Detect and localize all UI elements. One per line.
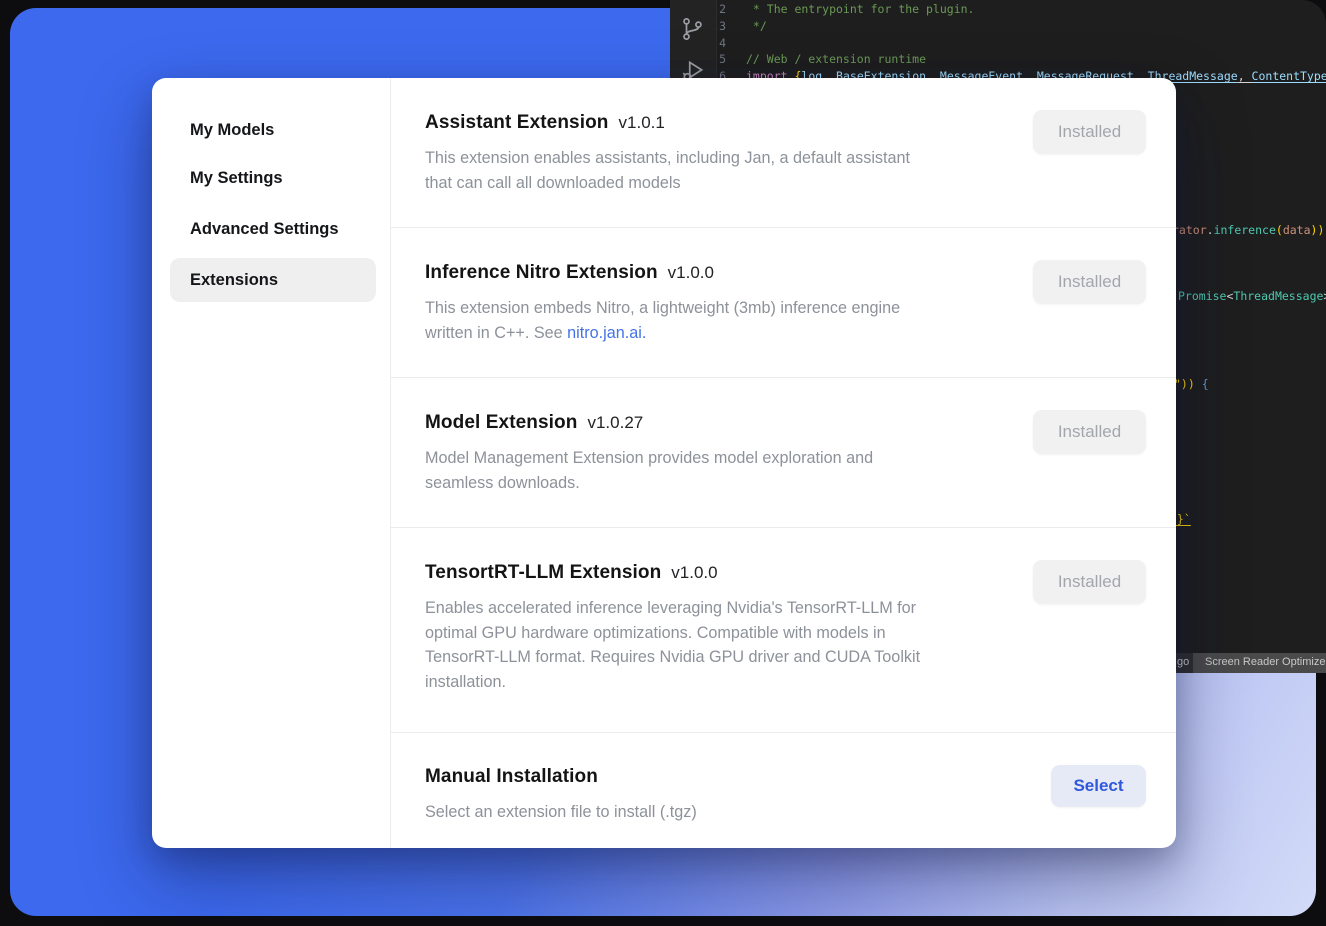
extension-version: v1.0.0 <box>668 263 714 283</box>
extensions-list: Assistant Extension v1.0.1 This extensio… <box>391 78 1176 848</box>
extension-row-inference-nitro: Inference Nitro Extension v1.0.0 This ex… <box>391 228 1176 378</box>
nitro-jan-ai-link[interactable]: nitro.jan.ai. <box>567 324 646 342</box>
manual-installation-description: Select an extension file to install (.tg… <box>425 800 1070 825</box>
code-line: 3 */ <box>670 18 1326 35</box>
sidebar-item-advanced-settings[interactable]: Advanced Settings <box>190 220 339 239</box>
code-fragment: rator.inference(data)); <box>1172 223 1326 237</box>
extension-name: Inference Nitro Extension <box>425 262 658 284</box>
extension-name: Model Extension <box>425 412 577 434</box>
sidebar-item-my-settings[interactable]: My Settings <box>190 169 283 188</box>
code-fragment: ")) { <box>1174 377 1209 391</box>
code-line: 4 <box>670 35 1326 52</box>
extension-description: Enables accelerated inference leveraging… <box>425 596 1070 694</box>
extension-name: TensortRT-LLM Extension <box>425 562 661 584</box>
screen-reader-status-item[interactable]: Screen Reader Optimize <box>1193 653 1326 673</box>
extension-description: Model Management Extension provides mode… <box>425 446 1070 495</box>
extension-description: This extension enables assistants, inclu… <box>425 146 1070 195</box>
line-number: 4 <box>670 35 726 52</box>
extension-version: v1.0.1 <box>619 113 665 133</box>
installed-button[interactable]: Installed <box>1033 560 1146 604</box>
installed-button[interactable]: Installed <box>1033 110 1146 154</box>
extension-version: v1.0.0 <box>671 563 717 583</box>
installed-button[interactable]: Installed <box>1033 410 1146 454</box>
code-editor: 2 * The entrypoint for the plugin. 3 */ … <box>670 1 1326 85</box>
extension-description: This extension embeds Nitro, a lightweig… <box>425 296 1070 345</box>
extension-version: v1.0.27 <box>587 413 643 433</box>
sidebar-item-label: Extensions <box>190 271 278 290</box>
extension-row-assistant: Assistant Extension v1.0.1 This extensio… <box>391 78 1176 228</box>
line-number: 3 <box>670 18 726 35</box>
extension-row-model: Model Extension v1.0.27 Model Management… <box>391 378 1176 528</box>
select-file-button[interactable]: Select <box>1051 765 1146 807</box>
manual-installation-row: Manual Installation Select an extension … <box>391 733 1176 848</box>
section-title: Manual Installation <box>425 766 598 788</box>
extension-row-tensorrt-llm: TensortRT-LLM Extension v1.0.0 Enables a… <box>391 528 1176 733</box>
sidebar-item-extensions-active[interactable]: Extensions <box>170 258 376 302</box>
extension-name: Assistant Extension <box>425 112 609 134</box>
line-number: 2 <box>670 1 726 18</box>
settings-sidebar: My Models My Settings Advanced Settings … <box>152 78 391 848</box>
desktop-screenshot: 2 * The entrypoint for the plugin. 3 */ … <box>0 0 1326 926</box>
sidebar-item-my-models[interactable]: My Models <box>190 121 274 140</box>
code-line: 2 * The entrypoint for the plugin. <box>670 1 1326 18</box>
code-line: 5 // Web / extension runtime <box>670 51 1326 68</box>
installed-button[interactable]: Installed <box>1033 260 1146 304</box>
status-bar-item[interactable]: go <box>1177 656 1189 668</box>
settings-modal: My Models My Settings Advanced Settings … <box>152 78 1176 848</box>
line-number: 5 <box>670 51 726 68</box>
code-fragment: Promise<ThreadMessage> <box>1178 289 1326 303</box>
